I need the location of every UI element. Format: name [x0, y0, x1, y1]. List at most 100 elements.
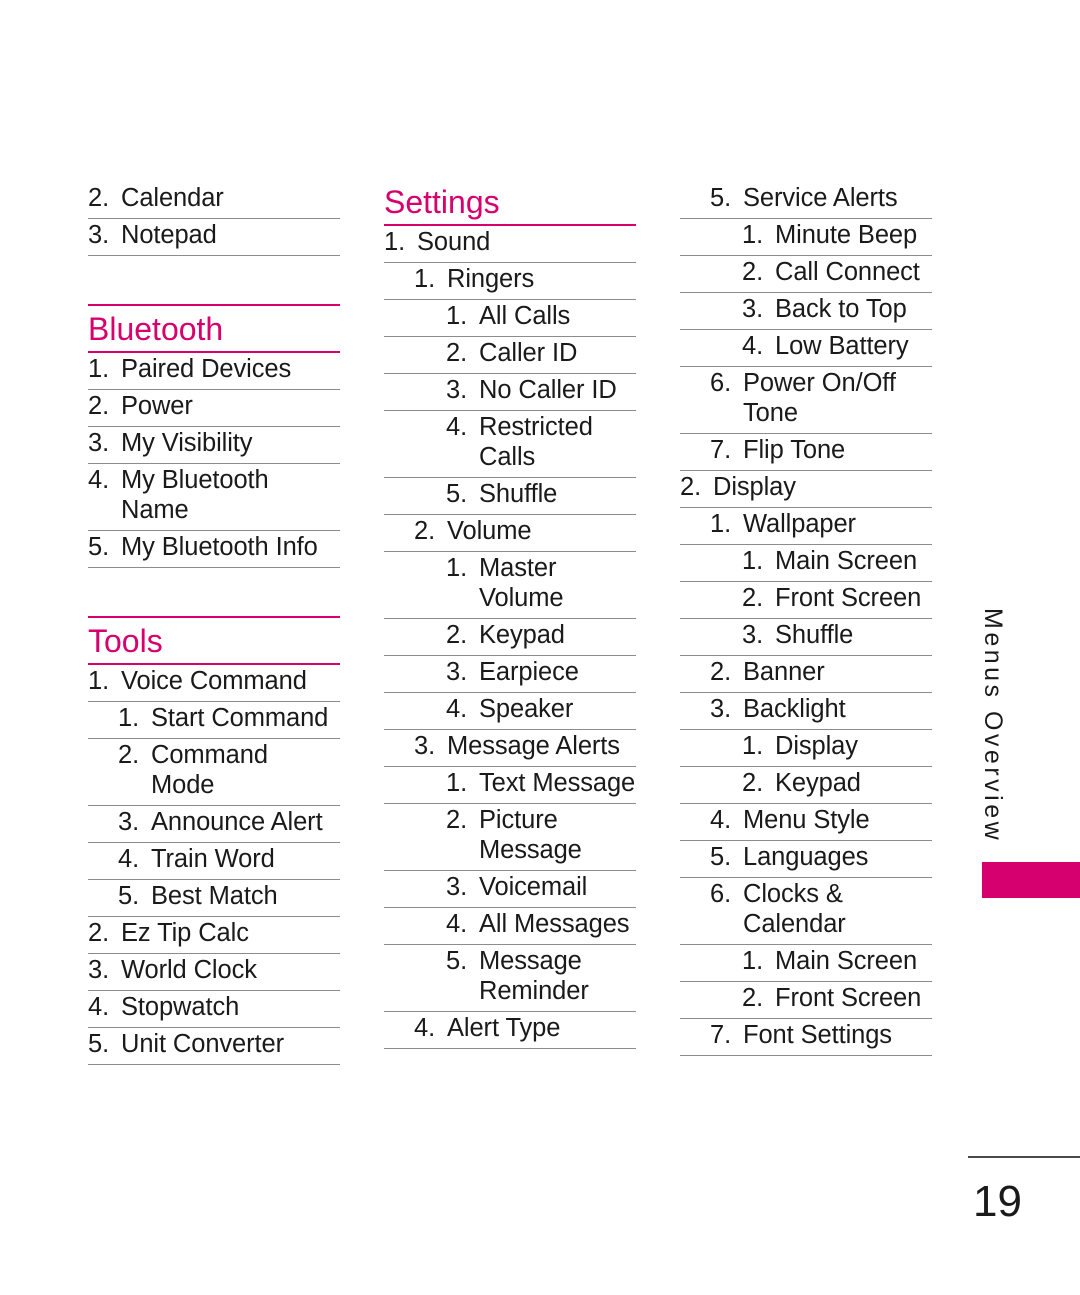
menu-entry-number: 4.: [710, 806, 732, 834]
menu-entry: 2. Banner: [680, 656, 932, 693]
menu-entry: 4. Train Word: [88, 843, 340, 880]
menu-entry: 4. Menu Style: [680, 804, 932, 841]
menu-entry-number: 4.: [742, 332, 764, 360]
menu-entry-label: Voicemail: [479, 873, 588, 901]
menu-entry-number: 2.: [446, 339, 468, 367]
menu-entry-number: 2.: [742, 584, 764, 612]
menu-entry: 3. Backlight: [680, 693, 932, 730]
menu-entry: 1. Master Volume: [384, 552, 636, 619]
menu-entry-number: 1.: [414, 265, 436, 293]
menu-entry-number: 7.: [710, 1021, 732, 1049]
menu-entry-number: 3.: [88, 956, 110, 984]
page-number: 19: [973, 1177, 1022, 1226]
menu-entry: 4. My Bluetooth Name: [88, 464, 340, 531]
menu-entry: 1. Paired Devices: [88, 353, 340, 390]
section-heading-title: Tools: [88, 623, 163, 659]
menu-entry-number: 3.: [446, 376, 468, 404]
menu-entry: 7. Flip Tone: [680, 434, 932, 471]
menu-entry-number: 1.: [742, 732, 764, 760]
section-heading: Settings: [384, 182, 636, 226]
menu-entry: 4. Speaker: [384, 693, 636, 730]
menu-entry: 3. Shuffle: [680, 619, 932, 656]
side-tab-label-text: Menus Overview: [979, 608, 1007, 844]
menu-entry-number: 6.: [710, 369, 732, 397]
menu-entry-label: Text Message: [479, 769, 636, 797]
menu-entry-label: Unit Converter: [121, 1030, 284, 1058]
menu-entry-label: Back to Top: [775, 295, 907, 323]
menu-entry-number: 2.: [446, 621, 468, 649]
menu-entry-label: Font Settings: [743, 1021, 892, 1049]
menu-entry-number: 2.: [710, 658, 732, 686]
menu-entry-label: Wallpaper: [743, 510, 856, 538]
menu-entry-number: 3.: [118, 808, 140, 836]
menu-entry-number: 3.: [742, 621, 764, 649]
menu-entry-number: 4.: [88, 466, 110, 494]
menu-entry: 1. Display: [680, 730, 932, 767]
menu-entry-label: Main Screen: [775, 947, 918, 975]
menu-entry-label: Display: [713, 473, 796, 501]
menu-entry-label: Display: [775, 732, 858, 760]
menu-entry-label: Picture Message: [479, 806, 582, 864]
menu-entry: 1. Start Command: [88, 702, 340, 739]
menu-entry: 1. Main Screen: [680, 545, 932, 582]
menu-entry-label: Backlight: [743, 695, 846, 723]
menu-entry: 5. Best Match: [88, 880, 340, 917]
menu-entry-label: Power: [121, 392, 193, 420]
menu-entry: 2. Command Mode: [88, 739, 340, 806]
menu-entry-label: Restricted Calls: [479, 413, 593, 471]
menu-entry-number: 4.: [446, 910, 468, 938]
menu-entry: 2. Front Screen: [680, 582, 932, 619]
menu-entry-label: Service Alerts: [743, 184, 898, 212]
menu-entry-number: 1.: [118, 704, 140, 732]
menu-entry-number: 4.: [414, 1014, 436, 1042]
menu-entry-label: Command Mode: [151, 741, 268, 799]
menu-entry: 4. Alert Type: [384, 1012, 636, 1049]
menu-entry-number: 7.: [710, 436, 732, 464]
menu-entry-label: Message Alerts: [447, 732, 620, 760]
menu-entry-label: Flip Tone: [743, 436, 846, 464]
menu-entry-label: All Calls: [479, 302, 571, 330]
menu-entry-number: 2.: [742, 769, 764, 797]
menu-entry-number: 2.: [742, 258, 764, 286]
menu-entry: 1. Text Message: [384, 767, 636, 804]
menu-entry: 3. My Visibility: [88, 427, 340, 464]
menu-entry-number: 3.: [446, 873, 468, 901]
menu-entry: 3. World Clock: [88, 954, 340, 991]
menu-entry-label: Caller ID: [479, 339, 578, 367]
section-heading: Bluetooth: [88, 304, 340, 353]
menu-entry-number: 2.: [414, 517, 436, 545]
menu-entry: 1. Main Screen: [680, 945, 932, 982]
menu-entry-number: 3.: [88, 221, 110, 249]
menu-entry: 4. Low Battery: [680, 330, 932, 367]
menu-entry-number: 3.: [446, 658, 468, 686]
menu-entry-number: 1.: [710, 510, 732, 538]
menu-entry-number: 4.: [88, 993, 110, 1021]
menu-entry-label: My Bluetooth Info: [121, 533, 318, 561]
menu-entry-number: 2.: [742, 984, 764, 1012]
menu-entry-label: Speaker: [479, 695, 574, 723]
menu-columns: 2. Calendar 3. Notepad Bluetooth 1. Paired Dev…: [88, 182, 932, 1065]
menu-entry-label: Ez Tip Calc: [121, 919, 249, 947]
menu-entry-label: Train Word: [151, 845, 275, 873]
menu-entry: 5. Unit Converter: [88, 1028, 340, 1065]
menu-entry-label: Master Volume: [479, 554, 564, 612]
menu-entry: 1. Sound: [384, 226, 636, 263]
menu-entry: 6. Power On/Off Tone: [680, 367, 932, 434]
menu-entry: 3. Earpiece: [384, 656, 636, 693]
menu-entry: 1. Minute Beep: [680, 219, 932, 256]
section-heading: Tools: [88, 616, 340, 665]
menu-entry-label: Keypad: [479, 621, 565, 649]
menu-entry-label: No Caller ID: [479, 376, 617, 404]
menu-entry: 2. Volume: [384, 515, 636, 552]
menu-entry-number: 2.: [680, 473, 702, 501]
menu-entry-label: Announce Alert: [151, 808, 323, 836]
menu-entry: 4. Restricted Calls: [384, 411, 636, 478]
menu-entry-label: Alert Type: [447, 1014, 561, 1042]
menu-entry-label: Minute Beep: [775, 221, 918, 249]
menu-entry: 5. Languages: [680, 841, 932, 878]
menu-entry-number: 1.: [446, 769, 468, 797]
menu-entry-number: 1.: [742, 947, 764, 975]
menu-entry-label: Earpiece: [479, 658, 579, 686]
menu-entry-label: Best Match: [151, 882, 278, 910]
menu-entry-number: 1.: [88, 667, 110, 695]
